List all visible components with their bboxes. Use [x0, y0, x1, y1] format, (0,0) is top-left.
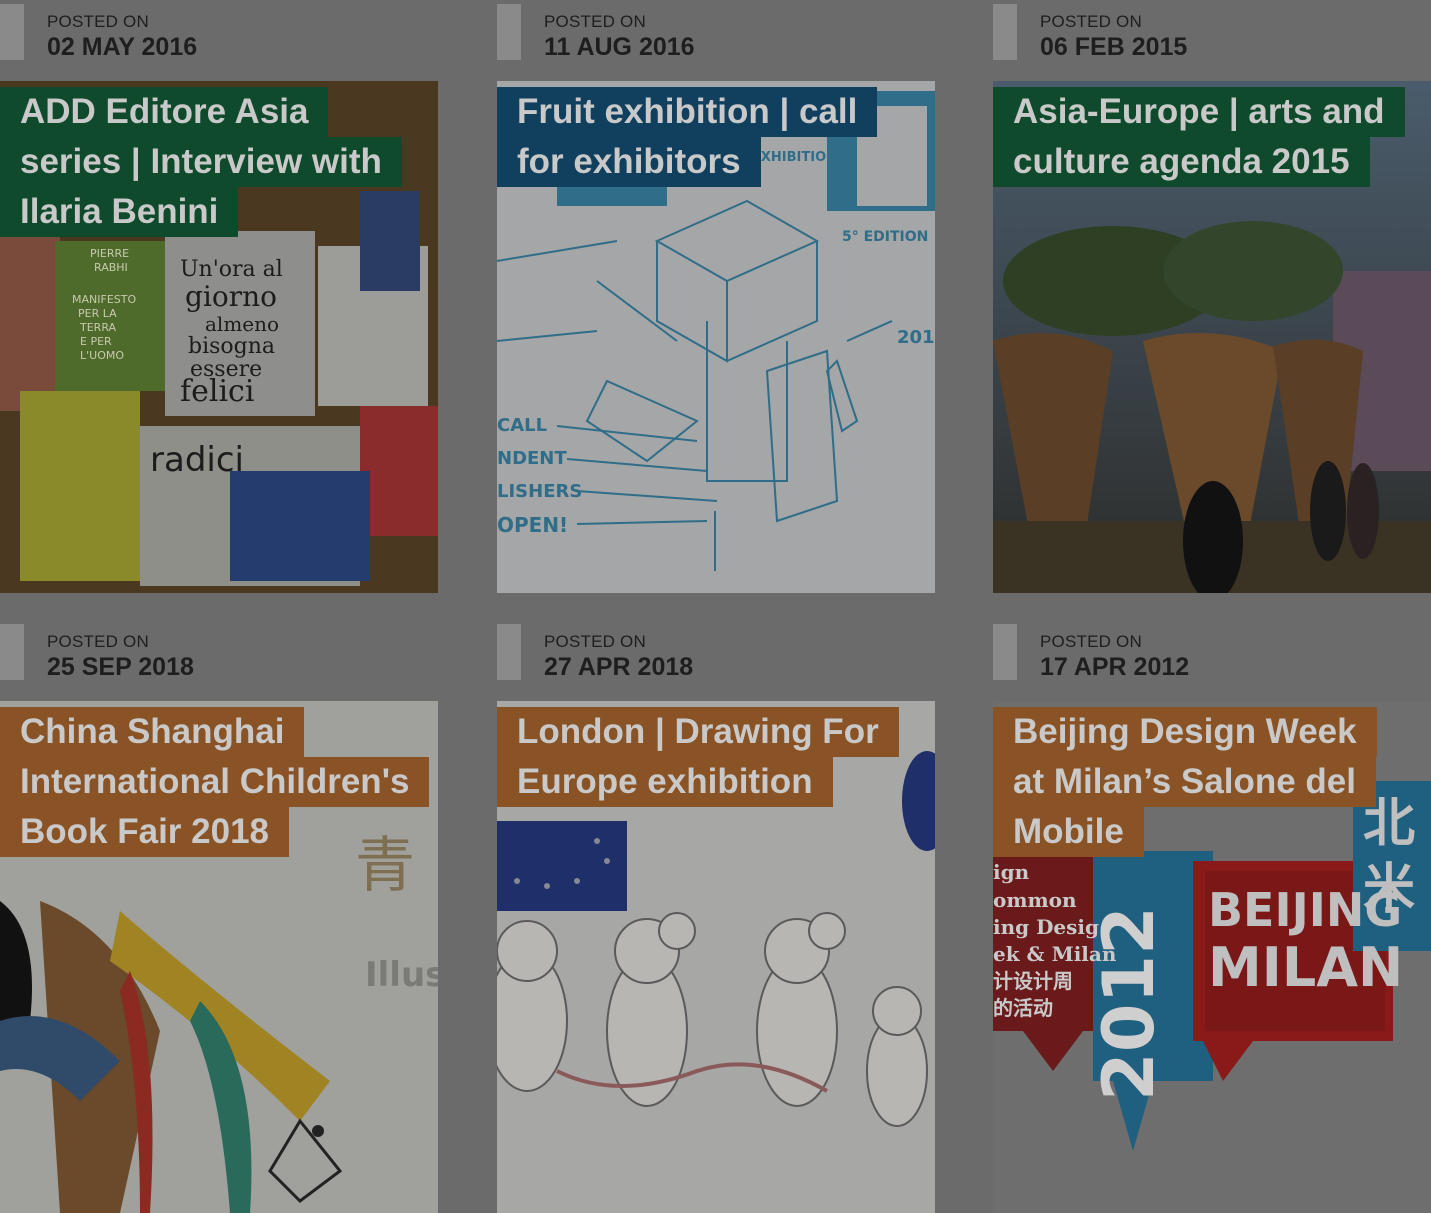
post-meta: POSTED ON 17 APR 2012	[993, 620, 1431, 701]
post-meta: POSTED ON 06 FEB 2015	[993, 0, 1431, 81]
posted-on-label: POSTED ON	[1040, 12, 1142, 31]
posted-on-label: POSTED ON	[544, 12, 646, 31]
title-line[interactable]: ADD Editore Asia	[0, 87, 329, 137]
post-date: 06 FEB 2015	[1040, 33, 1188, 61]
title-line[interactable]: series | Interview with	[0, 137, 402, 187]
title-line[interactable]: at Milan’s Salone del	[993, 757, 1376, 807]
post-date: 17 APR 2012	[1040, 653, 1190, 681]
post-date: 27 APR 2018	[544, 653, 694, 681]
image-text: MANIFESTO	[72, 293, 136, 306]
post-title[interactable]: Asia-Europe | arts and culture agenda 20…	[993, 87, 1405, 187]
post-card-5[interactable]: POSTED ON 27 APR 2018 London | Drawing F…	[497, 620, 935, 1213]
image-text: PIERRE	[90, 247, 129, 260]
post-title[interactable]: Fruit exhibition | call for exhibitors	[497, 87, 878, 187]
post-card-6[interactable]: POSTED ON 17 APR 2012 BEIJING MILAN 北 米 …	[993, 620, 1431, 1213]
post-card-3[interactable]: POSTED ON 06 FEB 2015 Asia-Europe | arts…	[993, 0, 1431, 593]
posted-on-label: POSTED ON	[1040, 632, 1142, 651]
image-text: 201	[897, 327, 935, 348]
posted-on-label: POSTED ON	[47, 12, 149, 31]
image-text: CALL	[497, 415, 547, 436]
image-text: ign	[993, 860, 1030, 884]
image-text: 米	[1363, 859, 1415, 919]
image-text: Illust	[365, 955, 438, 995]
post-meta: POSTED ON 02 MAY 2016	[0, 0, 438, 81]
post-meta: POSTED ON 11 AUG 2016	[497, 0, 935, 81]
image-text: E PER	[80, 335, 112, 348]
image-text: radici	[150, 440, 244, 480]
post-card-4[interactable]: POSTED ON 25 SEP 2018 青 Illust China Sha…	[0, 620, 438, 1213]
post-date: 25 SEP 2018	[47, 653, 194, 681]
title-line[interactable]: culture agenda 2015	[993, 137, 1370, 187]
date-marker	[497, 624, 521, 680]
image-text: 5° EDITION	[842, 229, 928, 245]
image-text: 的活动	[993, 996, 1053, 1020]
date-marker	[993, 4, 1017, 60]
title-line[interactable]: China Shanghai	[0, 707, 305, 757]
post-date: 11 AUG 2016	[544, 33, 695, 61]
image-text: 2012	[1088, 906, 1170, 1101]
post-card-2[interactable]: POSTED ON 11 AUG 2016 EXHIBITION 5° EDIT…	[497, 0, 935, 593]
post-grid: POSTED ON 02 MAY 2016 Un'ora al giorno a…	[0, 0, 1431, 1213]
title-line[interactable]: Fruit exhibition | call	[497, 87, 878, 137]
title-line[interactable]: Asia-Europe | arts and	[993, 87, 1405, 137]
date-marker	[0, 4, 24, 60]
title-line[interactable]: Europe exhibition	[497, 757, 833, 807]
posted-on-label: POSTED ON	[544, 632, 646, 651]
posted-on-label: POSTED ON	[47, 632, 149, 651]
image-text: PER LA	[78, 307, 117, 320]
post-title[interactable]: ADD Editore Asia series | Interview with…	[0, 87, 402, 237]
post-meta: POSTED ON 27 APR 2018	[497, 620, 935, 701]
title-line[interactable]: Book Fair 2018	[0, 807, 289, 857]
date-marker	[497, 4, 521, 60]
title-line[interactable]: International Children's	[0, 757, 430, 807]
title-line[interactable]: Beijing Design Week	[993, 707, 1377, 757]
image-text: Un'ora al	[180, 257, 283, 282]
date-marker	[993, 624, 1017, 680]
image-text: LISHERS	[497, 481, 582, 502]
image-text: RABHI	[94, 261, 128, 274]
date-marker	[0, 624, 24, 680]
image-text: NDENT	[497, 448, 567, 469]
title-line[interactable]: Mobile	[993, 807, 1144, 857]
image-text: giorno	[185, 280, 277, 313]
image-text: MILAN	[1208, 936, 1403, 999]
image-text: 计设计周	[993, 969, 1073, 993]
post-date: 02 MAY 2016	[47, 33, 198, 61]
post-title[interactable]: China Shanghai International Children's …	[0, 707, 430, 857]
post-title[interactable]: Beijing Design Week at Milan’s Salone de…	[993, 707, 1377, 857]
title-line[interactable]: Ilaria Benini	[0, 187, 239, 237]
image-text: almeno	[205, 312, 279, 336]
image-text: OPEN!	[497, 513, 568, 537]
image-text: ommon	[993, 888, 1077, 912]
post-meta: POSTED ON 25 SEP 2018	[0, 620, 438, 701]
title-line[interactable]: London | Drawing For	[497, 707, 899, 757]
image-text: TERRA	[79, 321, 117, 334]
image-text: L'UOMO	[80, 349, 124, 362]
image-text: ing Desig	[993, 915, 1099, 939]
post-title[interactable]: London | Drawing For Europe exhibition	[497, 707, 899, 807]
post-card-1[interactable]: POSTED ON 02 MAY 2016 Un'ora al giorno a…	[0, 0, 438, 593]
image-text: bisogna	[188, 334, 275, 359]
image-text: felici	[180, 374, 254, 409]
title-line[interactable]: for exhibitors	[497, 137, 761, 187]
